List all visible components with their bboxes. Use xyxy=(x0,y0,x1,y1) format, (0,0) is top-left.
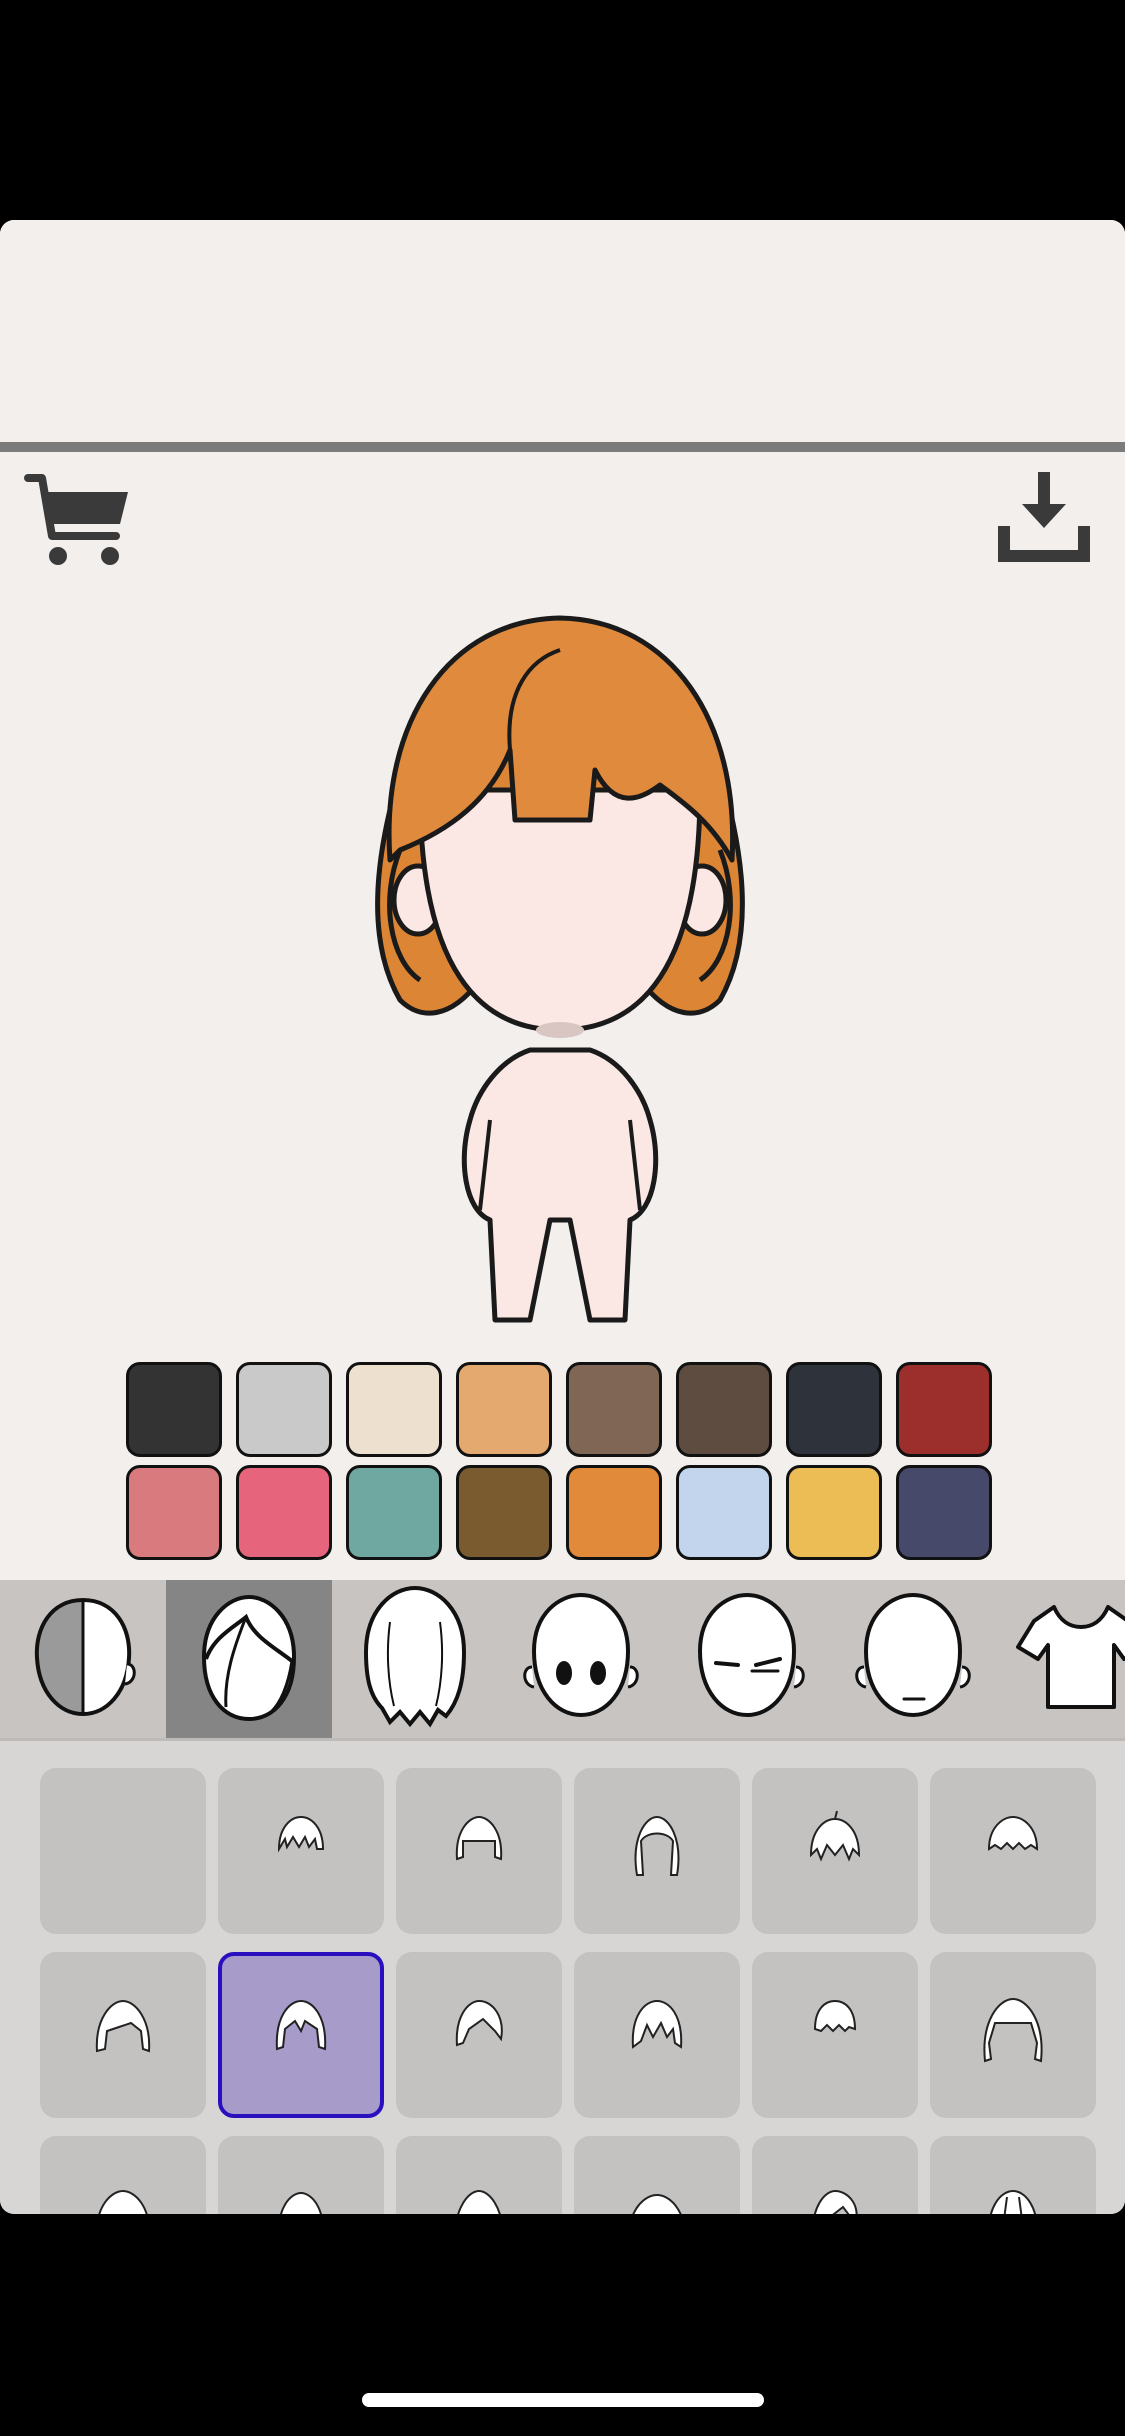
divider xyxy=(0,442,1125,452)
hair-style-icon xyxy=(617,1809,697,1894)
color-swatch[interactable] xyxy=(346,1465,442,1560)
color-swatch[interactable] xyxy=(126,1465,222,1560)
color-swatch[interactable] xyxy=(236,1362,332,1457)
hair-option[interactable] xyxy=(574,1768,740,1934)
tshirt-icon xyxy=(1014,1597,1125,1722)
hair-option[interactable] xyxy=(40,1952,206,2118)
category-tab-bar xyxy=(0,1580,1125,1738)
color-swatch[interactable] xyxy=(896,1465,992,1560)
hair-option[interactable] xyxy=(930,2136,1096,2214)
hair-option[interactable] xyxy=(218,2136,384,2214)
color-swatch[interactable] xyxy=(346,1362,442,1457)
hair-option[interactable] xyxy=(752,1952,918,2118)
hair-style-icon xyxy=(617,1993,697,2078)
tab-eyebrows[interactable] xyxy=(664,1580,830,1738)
hair-style-icon xyxy=(795,1809,875,1894)
color-swatch[interactable] xyxy=(676,1465,772,1560)
color-swatch[interactable] xyxy=(676,1362,772,1457)
hair-option-none[interactable] xyxy=(40,1768,206,1934)
color-swatch[interactable] xyxy=(456,1465,552,1560)
hair-option[interactable] xyxy=(574,1952,740,2118)
tab-clothes[interactable] xyxy=(996,1580,1125,1738)
color-swatch[interactable] xyxy=(236,1465,332,1560)
hair-style-icon xyxy=(439,1809,519,1894)
color-swatch[interactable] xyxy=(456,1362,552,1457)
hair-options-grid xyxy=(40,1768,1096,2214)
hair-option[interactable] xyxy=(218,1768,384,1934)
back-hair-icon xyxy=(350,1582,480,1737)
mouth-icon xyxy=(848,1587,978,1732)
color-swatch[interactable] xyxy=(566,1465,662,1560)
color-swatch[interactable] xyxy=(566,1362,662,1457)
hair-option[interactable] xyxy=(930,1952,1096,2118)
color-swatch[interactable] xyxy=(786,1465,882,1560)
banner-area xyxy=(0,220,1125,442)
item-grid-panel xyxy=(0,1738,1125,2214)
shopping-cart-icon[interactable] xyxy=(24,468,136,576)
hair-style-icon xyxy=(617,2177,697,2214)
color-palette xyxy=(126,1362,992,1560)
home-indicator[interactable] xyxy=(362,2393,764,2407)
hair-style-icon xyxy=(439,1993,519,2078)
hair-option[interactable] xyxy=(396,1952,562,2118)
hair-option[interactable] xyxy=(752,1768,918,1934)
hair-option[interactable] xyxy=(40,2136,206,2214)
hair-style-icon xyxy=(261,2177,341,2214)
download-icon[interactable] xyxy=(994,470,1094,570)
hair-option[interactable] xyxy=(930,1768,1096,1934)
hair-option[interactable] xyxy=(752,2136,918,2214)
hair-style-icon xyxy=(83,2177,163,2214)
tab-eyes[interactable] xyxy=(498,1580,664,1738)
avatar-preview xyxy=(340,600,780,1330)
hair-option[interactable] xyxy=(218,1952,384,2118)
eyes-icon xyxy=(516,1587,646,1732)
tab-front-hair[interactable] xyxy=(166,1580,332,1738)
eyebrows-icon xyxy=(682,1587,812,1732)
bangs-hair-icon xyxy=(184,1587,314,1732)
tab-mouth[interactable] xyxy=(830,1580,996,1738)
color-swatch[interactable] xyxy=(896,1362,992,1457)
color-swatch[interactable] xyxy=(786,1362,882,1457)
hair-style-icon xyxy=(439,2177,519,2214)
tab-skin-tone[interactable] xyxy=(0,1580,166,1738)
hair-style-icon xyxy=(973,1809,1053,1894)
hair-option[interactable] xyxy=(574,2136,740,2214)
color-swatch[interactable] xyxy=(126,1362,222,1457)
hair-style-icon xyxy=(973,1993,1053,2078)
hair-option[interactable] xyxy=(396,1768,562,1934)
half-shaded-head-icon xyxy=(23,1592,143,1727)
app-screen xyxy=(0,220,1125,2214)
tab-back-hair[interactable] xyxy=(332,1580,498,1738)
hair-style-icon xyxy=(973,2177,1053,2214)
hair-style-icon xyxy=(261,1809,341,1894)
hair-style-icon xyxy=(83,1993,163,2078)
hair-style-icon xyxy=(795,1993,875,2078)
hair-style-icon xyxy=(261,1993,341,2078)
hair-option[interactable] xyxy=(396,2136,562,2214)
hair-style-icon xyxy=(795,2177,875,2214)
